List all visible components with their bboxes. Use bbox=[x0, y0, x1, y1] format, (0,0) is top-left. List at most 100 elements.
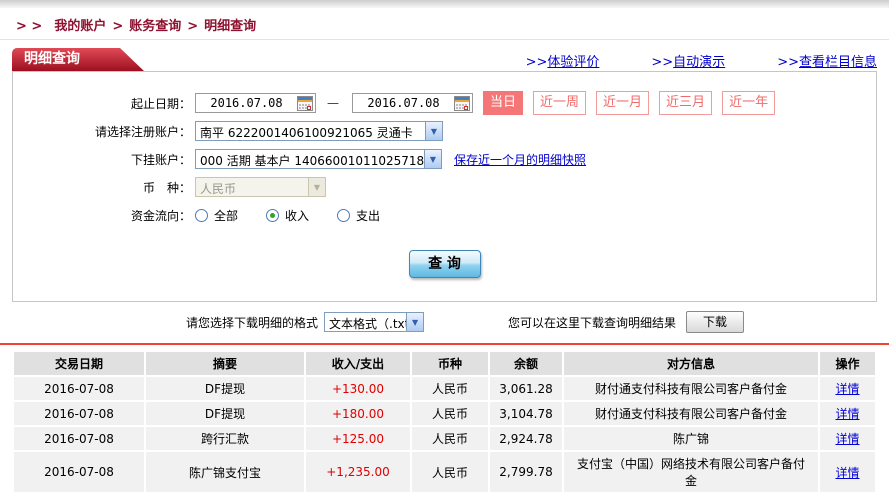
header-link-2[interactable]: >>查看栏目信息 bbox=[777, 51, 877, 70]
cell-action: 详情 bbox=[820, 377, 875, 400]
transaction-table: 交易日期 摘要 收入/支出 币种 余额 对方信息 操作 2016-07-08 DF提现 +130… bbox=[12, 350, 877, 494]
download-format-select[interactable]: 文本格式（.txt） ▼ bbox=[324, 312, 425, 332]
query-button-row: 查 询 bbox=[13, 250, 876, 278]
breadcrumb-separator: > bbox=[112, 19, 124, 34]
cell-date: 2016-07-08 bbox=[14, 427, 144, 450]
cell-amount: +130.00 bbox=[306, 377, 410, 400]
cell-counterparty: 陈广锦 bbox=[564, 427, 818, 450]
cell-date: 2016-07-08 bbox=[14, 402, 144, 425]
sub-account-select[interactable]: 000 活期 基本户 1406600101102571848 ▼ bbox=[195, 149, 442, 169]
header-link-label: 查看栏目信息 bbox=[798, 55, 877, 70]
register-account-label: 请选择注册账户： bbox=[94, 124, 191, 139]
column-header: 交易日期 bbox=[14, 352, 144, 375]
header-link-1[interactable]: >>自动演示 bbox=[651, 51, 725, 70]
flow-option-1[interactable]: 收入 bbox=[266, 207, 309, 224]
register-account-row: 请选择注册账户： 南平 6222001406100921065 灵通卡 ▼ bbox=[13, 120, 876, 142]
currency-row: 币 种： 人民币 ▼ bbox=[13, 176, 876, 198]
sub-account-value: 000 活期 基本户 1406600101102571848 bbox=[200, 154, 424, 168]
date-range-row: 起止日期： 2016.07.08 — 2016.07.08 当日 近一周 近一月… bbox=[13, 91, 876, 115]
date-from-value: 2016.07.08 bbox=[210, 96, 283, 110]
tab-detail-query[interactable]: 明细查询 bbox=[12, 48, 144, 71]
cell-amount: +125.00 bbox=[306, 427, 410, 450]
date-range-separator: — bbox=[327, 96, 339, 110]
calendar-icon[interactable] bbox=[454, 95, 470, 111]
quick-range-buttons: 当日 近一周 近一月 近三月 近一年 bbox=[473, 91, 776, 115]
column-header: 余额 bbox=[490, 352, 562, 375]
cell-currency: 人民币 bbox=[412, 427, 488, 450]
snapshot-link[interactable]: 保存近一个月的明细快照 bbox=[454, 151, 586, 168]
header-link-prefix: >> bbox=[651, 55, 674, 70]
cell-date: 2016-07-08 bbox=[14, 377, 144, 400]
page-header-row: 明细查询 >>体验评价 >>自动演示 >>查看栏目信息 bbox=[0, 48, 889, 71]
red-divider bbox=[0, 343, 889, 345]
quick-range-button-3[interactable]: 近三月 bbox=[659, 91, 713, 115]
quick-range-button-4[interactable]: 近一年 bbox=[722, 91, 776, 115]
cell-currency: 人民币 bbox=[412, 402, 488, 425]
date-range-label: 起止日期： bbox=[130, 96, 191, 111]
calendar-icon[interactable] bbox=[297, 95, 313, 111]
radio-icon[interactable] bbox=[195, 208, 208, 222]
flow-option-label: 收入 bbox=[285, 208, 310, 223]
sub-account-row: 下挂账户： 000 活期 基本户 1406600101102571848 ▼ 保… bbox=[13, 148, 876, 170]
register-account-select[interactable]: 南平 6222001406100921065 灵通卡 ▼ bbox=[195, 121, 443, 141]
breadcrumb-separator: > bbox=[187, 19, 199, 34]
cell-counterparty: 财付通支付科技有限公司客户备付金 bbox=[564, 377, 818, 400]
detail-link[interactable]: 详情 bbox=[835, 382, 859, 396]
cell-action: 详情 bbox=[820, 427, 875, 450]
column-header: 摘要 bbox=[146, 352, 304, 375]
register-account-value: 南平 6222001406100921065 灵通卡 bbox=[200, 126, 413, 140]
header-link-label: 自动演示 bbox=[673, 55, 726, 70]
date-to-input[interactable]: 2016.07.08 bbox=[352, 93, 473, 113]
cell-balance: 3,104.78 bbox=[490, 402, 562, 425]
detail-link[interactable]: 详情 bbox=[835, 407, 859, 421]
download-format-value: 文本格式（.txt） bbox=[329, 317, 406, 331]
download-button[interactable]: 下载 bbox=[686, 311, 745, 333]
column-header: 收入/支出 bbox=[306, 352, 410, 375]
flow-option-2[interactable]: 支出 bbox=[337, 207, 380, 224]
detail-link[interactable]: 详情 bbox=[835, 466, 859, 480]
chevron-down-icon[interactable]: ▼ bbox=[425, 122, 442, 140]
query-button[interactable]: 查 询 bbox=[408, 250, 481, 278]
radio-icon[interactable] bbox=[337, 208, 351, 222]
column-header: 对方信息 bbox=[564, 352, 818, 375]
breadcrumb-item-0[interactable]: 我的账户 bbox=[54, 19, 106, 34]
chevron-down-icon[interactable]: ▼ bbox=[424, 150, 441, 168]
cell-summary: DF提现 bbox=[146, 377, 304, 400]
flow-option-label: 支出 bbox=[356, 208, 381, 223]
download-format-label: 请您选择下载明细的格式 bbox=[186, 315, 319, 330]
chevron-down-icon[interactable]: ▼ bbox=[406, 313, 424, 331]
date-to-value: 2016.07.08 bbox=[367, 96, 440, 110]
cell-currency: 人民币 bbox=[412, 452, 488, 492]
radio-icon[interactable] bbox=[266, 208, 280, 222]
cell-action: 详情 bbox=[820, 402, 875, 425]
quick-range-button-2[interactable]: 近一月 bbox=[596, 91, 650, 115]
column-header: 操作 bbox=[820, 352, 875, 375]
table-row: 2016-07-08 DF提现 +130.00 人民币 3,061.28 财付通支付科技有… bbox=[14, 377, 875, 400]
fund-flow-label: 资金流向： bbox=[130, 208, 191, 223]
download-row: 请您选择下载明细的格式 文本格式（.txt） ▼ 您可以在这里下载查询明细结果 … bbox=[186, 310, 889, 334]
date-from-input[interactable]: 2016.07.08 bbox=[195, 93, 316, 113]
table-row: 2016-07-08 跨行汇款 +125.00 人民币 2,924.78 陈广锦 详情 bbox=[14, 427, 875, 450]
quick-range-button-0[interactable]: 当日 bbox=[483, 91, 524, 115]
currency-select-disabled: 人民币 ▼ bbox=[195, 177, 326, 197]
tab-title: 明细查询 bbox=[24, 51, 80, 67]
cell-summary: 陈广锦支付宝 bbox=[146, 452, 304, 492]
header-links: >>体验评价 >>自动演示 >>查看栏目信息 bbox=[526, 51, 877, 70]
quick-range-button-1[interactable]: 近一周 bbox=[533, 91, 587, 115]
top-gradient-bar bbox=[0, 0, 889, 8]
column-header: 币种 bbox=[412, 352, 488, 375]
header-link-0[interactable]: >>体验评价 bbox=[526, 51, 600, 70]
query-form-panel: 起止日期： 2016.07.08 — 2016.07.08 当日 近一周 近一月… bbox=[12, 71, 877, 302]
cell-counterparty: 财付通支付科技有限公司客户备付金 bbox=[564, 402, 818, 425]
table-row: 2016-07-08 陈广锦支付宝 +1,235.00 人民币 2,799.78 支付宝（… bbox=[14, 452, 875, 492]
flow-option-0[interactable]: 全部 bbox=[195, 207, 238, 224]
cell-amount: +180.00 bbox=[306, 402, 410, 425]
flow-option-label: 全部 bbox=[214, 208, 239, 223]
header-link-prefix: >> bbox=[525, 55, 548, 70]
breadcrumb-item-1[interactable]: 账务查询 bbox=[129, 19, 181, 34]
cell-action: 详情 bbox=[820, 452, 875, 492]
breadcrumb-item-2[interactable]: 明细查询 bbox=[204, 19, 256, 34]
fund-flow-row: 资金流向： 全部 收入 支出 bbox=[13, 204, 876, 226]
detail-link[interactable]: 详情 bbox=[835, 432, 859, 446]
chevron-down-icon: ▼ bbox=[308, 178, 325, 196]
